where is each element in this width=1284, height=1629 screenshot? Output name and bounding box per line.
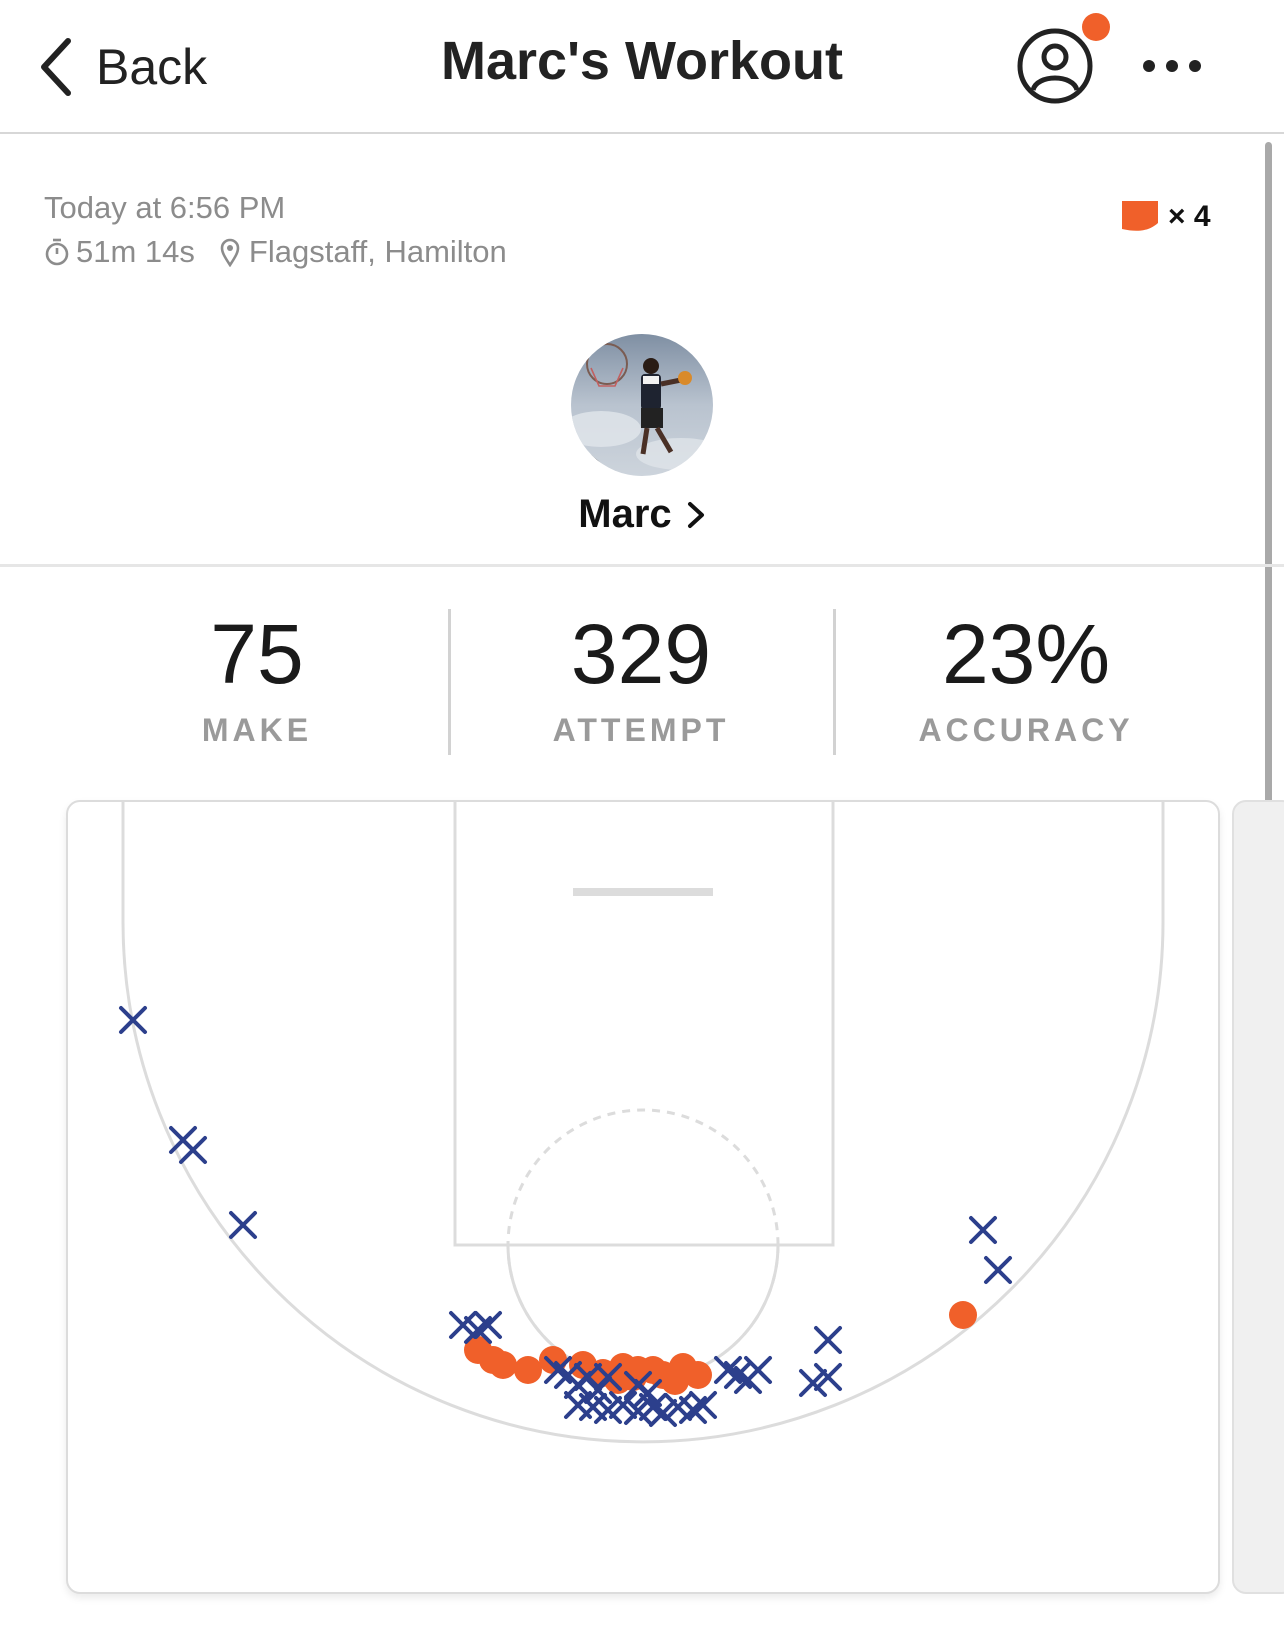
back-button[interactable]: Back (38, 36, 207, 98)
player-name: Marc (578, 492, 672, 536)
badge-shield-icon (1122, 201, 1158, 231)
missed-shot (689, 1391, 717, 1419)
avatar[interactable] (571, 334, 713, 476)
stat-make: 75 MAKE (97, 604, 417, 749)
missed-shot (814, 1326, 842, 1354)
stopwatch-icon (45, 238, 69, 266)
badge-counter[interactable]: × 4 (1120, 199, 1211, 235)
top-bar: Back Marc's Workout (0, 0, 1284, 134)
location-pin-icon (220, 238, 240, 267)
badge-count: × 4 (1168, 200, 1211, 233)
session-duration: 51m 14s (76, 234, 195, 269)
more-options-button[interactable] (1140, 48, 1210, 84)
divider (0, 564, 1284, 567)
stat-make-label: MAKE (201, 712, 313, 748)
shot-chart (119, 802, 1165, 1444)
paint-area (453, 802, 835, 1247)
stat-attempt-label: ATTEMPT (552, 712, 730, 748)
stat-accuracy-label: ACCURACY (918, 712, 1134, 748)
session-location: Flagstaff, Hamilton (248, 234, 507, 269)
three-point-line (121, 802, 1165, 1444)
user-circle-icon (1017, 28, 1093, 104)
court-lines (121, 802, 1165, 1444)
missed-shot (969, 1216, 997, 1244)
missed-shot (474, 1311, 502, 1339)
missed-shot (984, 1256, 1012, 1284)
player-name-link[interactable]: Marc (0, 492, 1284, 537)
missed-shot (179, 1136, 207, 1164)
next-card-peek[interactable] (1232, 800, 1284, 1594)
chevron-left-icon (41, 38, 71, 96)
profile-button[interactable] (1015, 26, 1095, 106)
missed-shot (744, 1356, 772, 1384)
more-horizontal-icon (1143, 60, 1201, 72)
stat-make-value: 75 (210, 607, 304, 701)
made-shot (479, 1346, 507, 1374)
shot-chart-card[interactable] (66, 800, 1220, 1594)
player-photo (571, 334, 713, 476)
stat-separator (448, 609, 451, 755)
shot-marks (119, 1006, 1012, 1427)
made-shot (624, 1356, 652, 1384)
missed-shot (229, 1211, 257, 1239)
chevron-right-icon (687, 501, 704, 528)
back-label: Back (96, 39, 208, 95)
stat-separator (833, 609, 836, 755)
made-shot (949, 1301, 977, 1329)
made-shot (661, 1367, 689, 1395)
stat-accuracy-value: 23% (941, 607, 1111, 701)
session-details: 51m 14s Flagstaff, Hamilton (44, 234, 507, 270)
made-shot (514, 1356, 542, 1384)
stat-attempt: 329 ATTEMPT (481, 604, 801, 749)
stat-attempt-value: 329 (570, 607, 712, 701)
session-date: Today at 6:56 PM (44, 190, 286, 225)
notification-dot (1082, 13, 1110, 41)
stat-accuracy: 23% ACCURACY (866, 604, 1186, 749)
